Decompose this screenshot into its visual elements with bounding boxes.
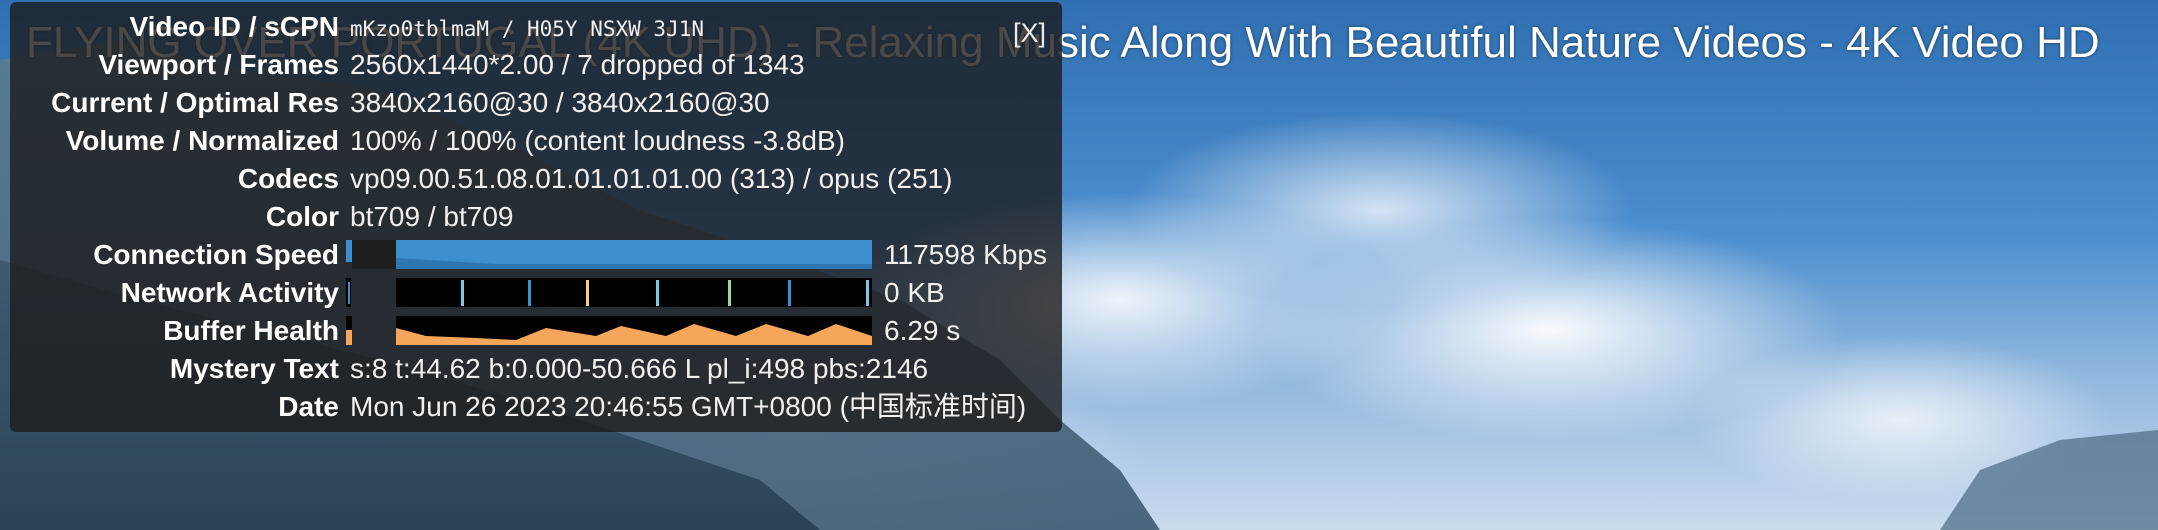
stat-row-codecs: Codecs vp09.00.51.08.01.01.01.01.00 (313…: [10, 160, 1062, 198]
stat-label: Network Activity: [120, 277, 339, 308]
stat-label: Mystery Text: [169, 353, 339, 384]
stat-label: Video ID / sCPN: [129, 11, 339, 42]
stat-row-viewport: Viewport / Frames 2560x1440*2.00 / 7 dro…: [10, 46, 1062, 84]
stat-value: mKzo0tblmaM / H05Y NSXW 3J1N: [350, 17, 705, 41]
network-activity-graph: 0 KB: [346, 277, 945, 308]
buffer-health-value: 6.29 s: [884, 315, 961, 346]
stat-row-network-activity: Network Activity 0 KB: [10, 274, 1062, 312]
stat-row-connection-speed: Connection Speed 117598 Kbps: [10, 236, 1062, 274]
stat-label: Volume / Normalized: [65, 125, 339, 156]
stat-row-video-id: Video ID / sCPN mKzo0tblmaM / H05Y NSXW …: [10, 8, 1062, 46]
connection-speed-sparkline: [346, 240, 872, 269]
stat-value: vp09.00.51.08.01.01.01.01.00 (313) / opu…: [350, 163, 953, 194]
stat-label: Buffer Health: [163, 315, 339, 346]
stat-label: Codecs: [237, 163, 339, 194]
stat-value: 100% / 100% (content loudness -3.8dB): [350, 125, 845, 156]
connection-speed-graph: 117598 Kbps: [346, 239, 1047, 270]
stat-row-color: Color bt709 / bt709: [10, 198, 1062, 236]
network-activity-sparkline: [346, 278, 872, 307]
stat-row-resolution: Current / Optimal Res 3840x2160@30 / 384…: [10, 84, 1062, 122]
network-activity-value: 0 KB: [884, 277, 945, 308]
stat-value: s:8 t:44.62 b:0.000-50.666 L pl_i:498 pb…: [350, 353, 929, 384]
stat-label: Viewport / Frames: [98, 49, 339, 80]
buffer-health-graph: 6.29 s: [346, 315, 960, 346]
stat-row-volume: Volume / Normalized 100% / 100% (content…: [10, 122, 1062, 160]
buffer-health-sparkline: [346, 316, 872, 345]
stat-row-buffer-health: Buffer Health 6.29 s: [10, 312, 1062, 350]
stat-value: Mon Jun 26 2023 20:46:55 GMT+0800 (中国标准时…: [350, 391, 1027, 422]
stat-value: 3840x2160@30 / 3840x2160@30: [350, 87, 770, 118]
connection-speed-value: 117598 Kbps: [884, 239, 1047, 270]
stats-for-nerds-panel: [X] Video ID / sCPN mKzo0tblmaM / H05Y N…: [10, 2, 1062, 432]
stat-label: Date: [278, 391, 339, 422]
stat-row-mystery-text: Mystery Text s:8 t:44.62 b:0.000-50.666 …: [10, 350, 1062, 388]
stat-label: Connection Speed: [93, 239, 339, 270]
stat-label: Current / Optimal Res: [51, 87, 339, 118]
stat-value: 2560x1440*2.00 / 7 dropped of 1343: [350, 49, 805, 80]
stat-row-date: Date Mon Jun 26 2023 20:46:55 GMT+0800 (…: [10, 388, 1062, 426]
stat-label: Color: [265, 201, 339, 232]
stat-value: bt709 / bt709: [350, 201, 514, 232]
